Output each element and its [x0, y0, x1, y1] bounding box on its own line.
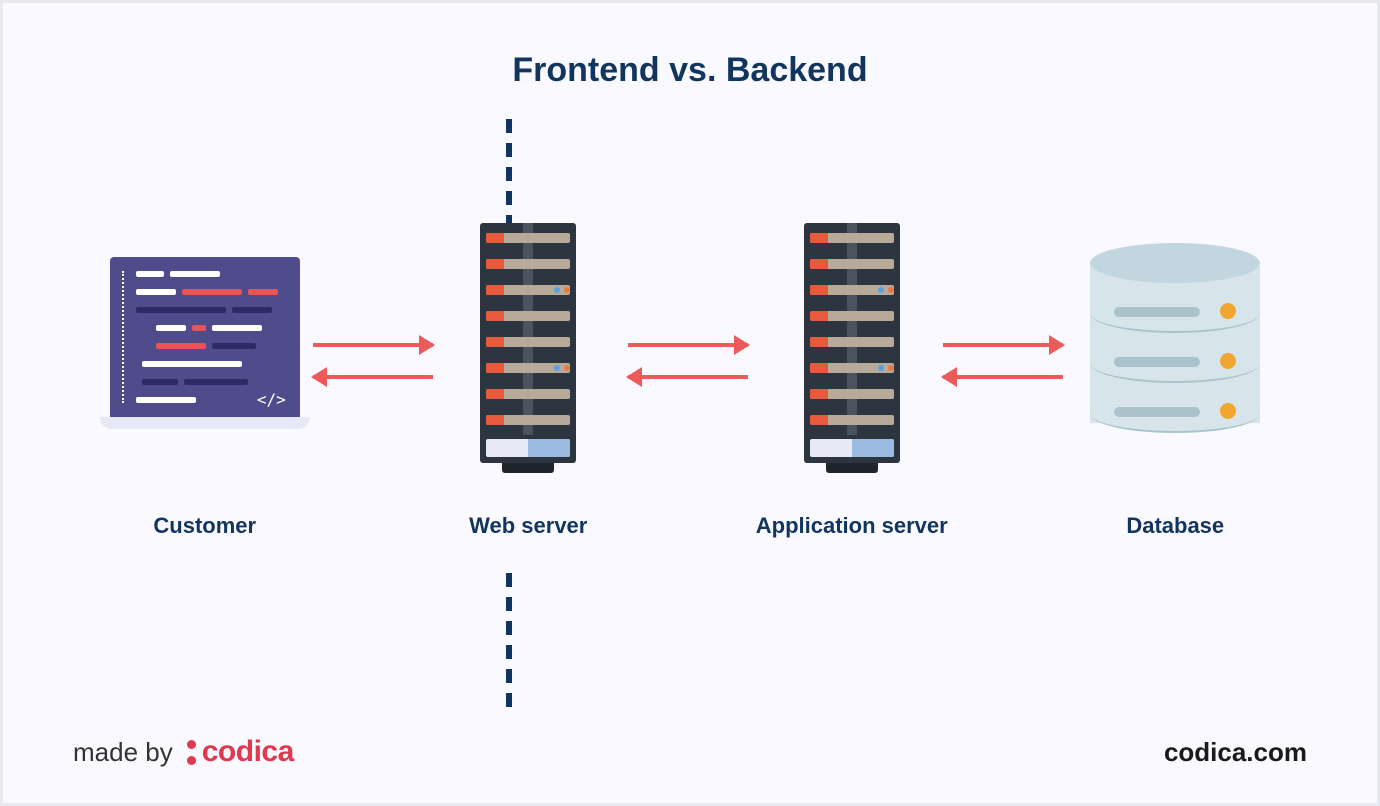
server-icon: [480, 233, 576, 453]
label-web-server: Web server: [469, 513, 587, 539]
arrow-right-icon: [628, 343, 748, 347]
diagram-canvas: Frontend vs. Backend: [3, 3, 1377, 803]
arrow-left-icon: [943, 375, 1063, 379]
arrows-customer-web: [313, 333, 433, 393]
arrow-left-icon: [628, 375, 748, 379]
arrows-web-app: [628, 333, 748, 393]
arrows-app-db: [943, 333, 1063, 393]
arrow-right-icon: [943, 343, 1063, 347]
arrow-right-icon: [313, 343, 433, 347]
node-database: Database: [1045, 233, 1305, 539]
laptop-icon: </>: [100, 233, 310, 453]
database-icon: [1090, 233, 1260, 453]
made-by-text: made by: [73, 737, 173, 768]
brand-colon-icon: [187, 740, 196, 765]
site-url: codica.com: [1164, 737, 1307, 768]
divider-bottom: [506, 573, 512, 717]
label-app-server: Application server: [756, 513, 948, 539]
divider-top: [506, 119, 512, 239]
brand-name: codica: [202, 735, 294, 769]
node-web-server: Web server: [398, 233, 658, 539]
made-by: made by codica: [73, 735, 294, 769]
label-customer: Customer: [153, 513, 256, 539]
code-tag-icon: </>: [257, 390, 286, 409]
label-database: Database: [1126, 513, 1224, 539]
arrow-left-icon: [313, 375, 433, 379]
server-icon: [804, 233, 900, 453]
node-customer: </> Customer: [75, 233, 335, 539]
brand-logo: codica: [187, 735, 294, 769]
footer: made by codica codica.com: [73, 735, 1307, 769]
diagram-title: Frontend vs. Backend: [3, 3, 1377, 90]
